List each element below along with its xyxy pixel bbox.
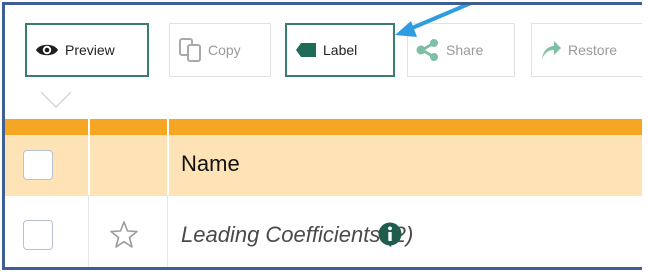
column-divider: [88, 196, 89, 267]
info-icon[interactable]: [378, 222, 402, 251]
table-header: Name: [5, 119, 642, 195]
header-accent-stripe: [5, 119, 642, 135]
app-frame: Preview Copy Label Share Restore Name Le…: [2, 2, 642, 270]
select-all-checkbox[interactable]: [23, 150, 53, 180]
eye-icon: [35, 42, 59, 58]
copy-label: Copy: [208, 42, 241, 58]
label-label: Label: [323, 42, 358, 58]
table-row[interactable]: Leading Coefficients (2): [5, 195, 642, 267]
tag-icon: [295, 42, 317, 58]
column-divider: [167, 135, 169, 195]
copy-icon: [178, 37, 202, 63]
restore-label: Restore: [568, 42, 618, 58]
restore-button[interactable]: Restore: [531, 23, 642, 77]
column-divider: [167, 196, 168, 267]
column-divider: [88, 135, 90, 195]
restore-icon: [540, 39, 562, 61]
name-column-header[interactable]: Name: [181, 151, 240, 177]
copy-button[interactable]: Copy: [169, 23, 271, 77]
callout-arrow: [395, 5, 472, 37]
header-row: Name: [5, 135, 642, 195]
preview-button[interactable]: Preview: [25, 23, 149, 77]
row-checkbox[interactable]: [23, 220, 53, 250]
tooltip-notch: [41, 91, 71, 109]
preview-label: Preview: [65, 42, 115, 58]
toolbar: Preview Copy Label Share Restore: [5, 5, 642, 109]
label-button[interactable]: Label: [285, 23, 395, 77]
star-icon[interactable]: [109, 220, 139, 255]
